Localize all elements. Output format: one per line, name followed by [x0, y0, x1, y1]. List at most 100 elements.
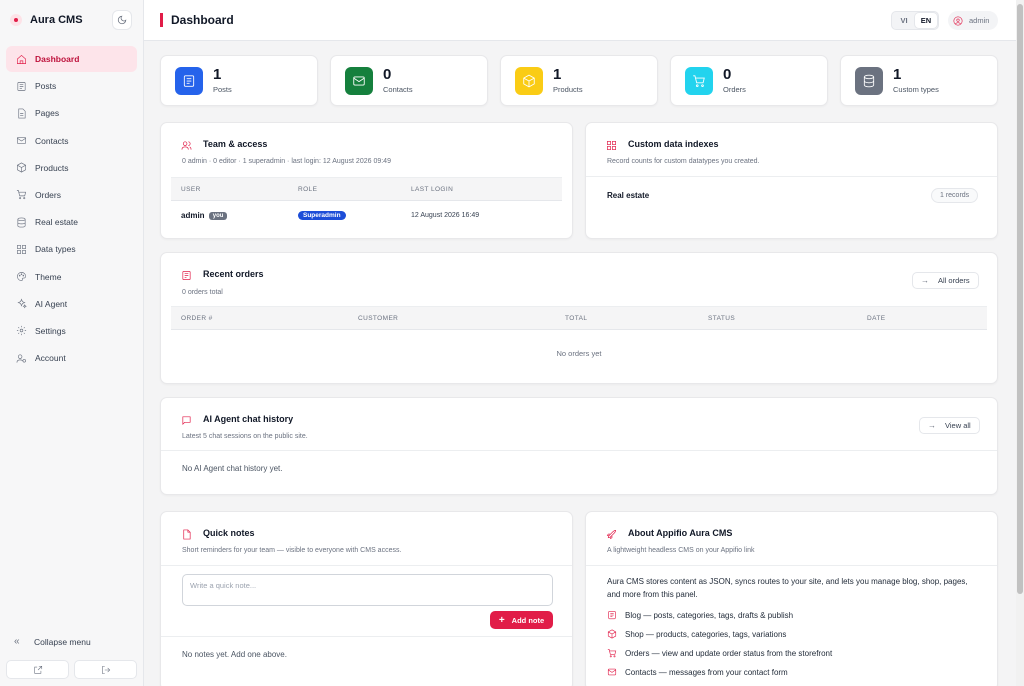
rocket-icon	[606, 530, 616, 540]
sidebar-item-data-types[interactable]: Data types	[6, 236, 137, 262]
sidebar-item-orders[interactable]: Orders	[6, 182, 137, 208]
grid-icon	[607, 141, 616, 150]
sidebar-item-label: Real estate	[35, 217, 78, 228]
scrollbar-thumb[interactable]	[1017, 4, 1023, 594]
stat-icon-box	[345, 66, 373, 95]
sidebar-item-ai-agent[interactable]: AI Agent	[6, 291, 137, 317]
button-label: Add note	[511, 615, 545, 625]
receipt-icon	[182, 271, 191, 280]
feature-label: Contacts — messages from your contact fo…	[625, 667, 788, 677]
record-count-badge: 1 records	[931, 188, 979, 203]
empty-state: No orders yet	[556, 349, 602, 358]
team-access-card: Team & access 0 admin · 0 editor · 1 sup…	[160, 122, 573, 239]
gear-icon	[16, 326, 26, 336]
sidebar-item-posts[interactable]: Posts	[6, 73, 137, 99]
feature-label: Shop — products, categories, tags, varia…	[625, 629, 787, 639]
quick-note-input[interactable]	[182, 574, 553, 606]
lang-vi-button[interactable]: VI	[893, 13, 915, 28]
mail-icon	[16, 137, 26, 145]
card-subtitle: 0 orders total	[182, 289, 223, 296]
table-header: ORDER # CUSTOMER TOTAL STATUS DATE	[171, 306, 987, 330]
stat-card-products[interactable]: 1 Products	[500, 55, 658, 106]
database-icon	[17, 217, 25, 228]
sidebar-item-account[interactable]: Account	[6, 345, 137, 371]
column-header: ROLE	[298, 186, 318, 193]
pages-icon	[17, 108, 25, 119]
stat-label: Posts	[213, 85, 232, 94]
external-link-icon	[33, 665, 42, 674]
column-header: ORDER #	[181, 315, 213, 322]
page-scrollbar[interactable]	[1016, 0, 1024, 686]
users-icon	[181, 141, 192, 150]
stat-card-orders[interactable]: 0 Orders	[670, 55, 828, 106]
box-icon	[607, 629, 617, 639]
sidebar-item-label: Settings	[35, 325, 66, 336]
empty-state: No AI Agent chat history yet.	[182, 464, 283, 473]
feature-item: Blog — posts, categories, tags, drafts &…	[607, 610, 793, 620]
sidebar-item-label: Dashboard	[35, 54, 80, 64]
sidebar-item-dashboard[interactable]: Dashboard	[6, 46, 137, 72]
card-title: Custom data indexes	[628, 139, 719, 149]
stat-card-custom-types[interactable]: 1 Custom types	[840, 55, 998, 106]
brand-logo-icon	[10, 14, 22, 26]
sidebar-item-theme[interactable]: Theme	[6, 264, 137, 290]
card-subtitle: 0 admin · 0 editor · 1 superadmin · last…	[182, 158, 391, 165]
all-orders-button[interactable]: → All orders	[912, 272, 979, 289]
logout-icon	[101, 665, 110, 674]
card-subtitle: Record counts for custom datatypes you c…	[607, 158, 760, 165]
chevrons-left-icon: «	[14, 636, 20, 647]
note-icon	[183, 529, 191, 540]
sidebar-item-contacts[interactable]: Contacts	[6, 128, 137, 154]
database-icon	[863, 74, 875, 87]
collapse-menu-label: Collapse menu	[34, 636, 91, 647]
sidebar-item-label: Products	[35, 162, 69, 173]
sidebar-footer	[6, 660, 137, 679]
chat-icon	[182, 416, 191, 425]
user-name: admin	[969, 16, 990, 25]
user-menu-button[interactable]: admin	[948, 11, 998, 30]
arrow-right-icon: →	[921, 276, 929, 285]
posts-icon	[183, 74, 195, 87]
button-label: View all	[945, 421, 971, 430]
card-title: About Appifio Aura CMS	[628, 528, 733, 538]
logout-button[interactable]	[74, 660, 137, 679]
stat-card-posts[interactable]: 1 Posts	[160, 55, 318, 106]
card-header: Custom data indexes	[606, 139, 719, 151]
stat-value: 1	[213, 66, 222, 83]
stat-icon-box	[175, 66, 203, 95]
stat-label: Contacts	[383, 85, 413, 94]
sidebar-item-label: Orders	[35, 189, 61, 200]
topbar: Dashboard VI EN admin	[144, 0, 1016, 41]
role-badge: Superadmin	[298, 211, 346, 220]
language-switch: VI EN	[891, 11, 939, 30]
sidebar-item-real-estate[interactable]: Real estate	[6, 209, 137, 235]
sidebar-item-pages[interactable]: Pages	[6, 100, 137, 126]
sidebar-item-label: Theme	[35, 271, 62, 282]
recent-orders-card: Recent orders 0 orders total → All order…	[160, 252, 998, 384]
sidebar-item-settings[interactable]: Settings	[6, 318, 137, 344]
view-all-button[interactable]: → View all	[919, 417, 980, 434]
feature-item: Shop — products, categories, tags, varia…	[607, 629, 786, 639]
you-badge: you	[208, 212, 228, 220]
custom-indexes-card: Custom data indexes Record counts for cu…	[585, 122, 998, 239]
collapse-menu-button[interactable]: « Collapse menu	[14, 636, 91, 647]
sidebar: Aura CMS Dashboard Posts Pages Contacts …	[0, 0, 144, 686]
lang-en-button[interactable]: EN	[915, 13, 937, 28]
card-subtitle: A lightweight headless CMS on your Appif…	[607, 547, 755, 554]
card-title: Recent orders	[203, 269, 264, 279]
open-site-button[interactable]	[6, 660, 69, 679]
theme-toggle-button[interactable]	[112, 10, 132, 30]
stat-label: Custom types	[893, 85, 939, 94]
add-note-button[interactable]: + Add note	[490, 611, 553, 629]
stat-card-contacts[interactable]: 0 Contacts	[330, 55, 488, 106]
divider	[586, 176, 997, 177]
stat-icon-box	[685, 66, 713, 95]
index-name: Real estate	[607, 191, 650, 200]
sidebar-nav: Dashboard Posts Pages Contacts Products …	[6, 46, 137, 372]
feature-label: Blog — posts, categories, tags, drafts &…	[625, 610, 794, 620]
column-header: DATE	[867, 315, 886, 322]
sidebar-item-products[interactable]: Products	[6, 155, 137, 181]
divider	[161, 450, 997, 451]
column-header: STATUS	[708, 315, 736, 322]
empty-state: No notes yet. Add one above.	[182, 650, 287, 659]
